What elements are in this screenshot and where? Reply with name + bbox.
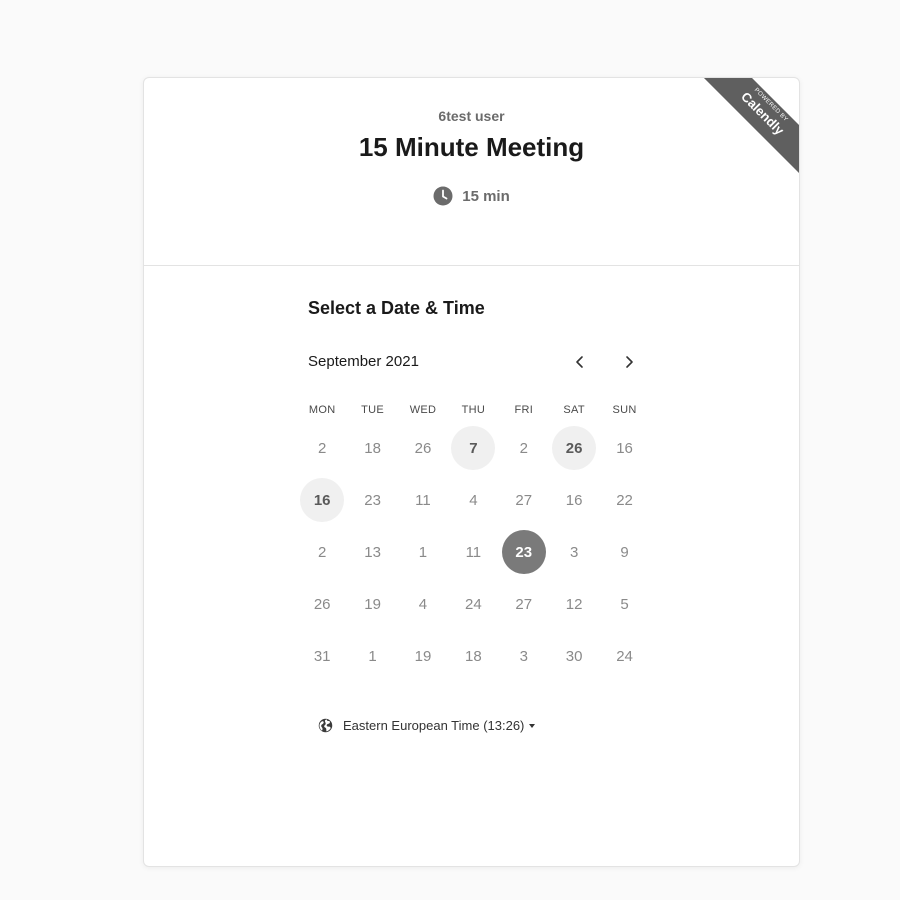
previous-month-button[interactable] [565,347,595,377]
next-month-button[interactable] [614,347,644,377]
caret-down-icon [529,723,536,728]
powered-by-ribbon[interactable]: POWERED BY Calendly [693,78,799,184]
calendar-day: 3 [519,647,528,665]
calendar-day: 5 [620,595,629,613]
calendar-day: 4 [469,491,478,509]
weekday-label: FRI [514,404,534,416]
globe-icon [318,718,333,733]
calendar-day: 2 [318,543,327,561]
weekday-header: MON TUE WED THU FRI SAT SUN [297,404,650,416]
chevron-right-icon [626,356,633,368]
calendar-day: 18 [465,647,482,665]
calendar-day: 1 [418,543,428,561]
weekday-label: MON [308,404,336,416]
calendar-day: 16 [616,439,633,457]
calendar-day: 9 [620,543,629,561]
calendar-day: 2 [318,439,327,457]
calendar-day: 1 [368,647,377,665]
section-title: Select a Date & Time [308,298,485,318]
calendar-day: 3 [569,543,579,561]
calendar-week: 26 19 4 24 27 12 5 [297,582,650,626]
ribbon-band[interactable]: POWERED BY Calendly [694,78,799,182]
weekday-label: SUN [612,404,637,416]
calendar-day[interactable]: 26 [552,426,597,470]
month-label: September 2021 [308,353,419,370]
timezone-label: Eastern European Time (13:26) [343,718,525,733]
calendar-day: 26 [313,595,331,613]
calendar-week: 2 13 1 11 23 3 9 [297,530,650,574]
powered-by-label: POWERED BY [752,87,789,124]
calendar-day: 11 [465,543,482,561]
duration-label: 15 min [462,187,510,205]
calendar-day: 13 [364,543,381,561]
month-navigation: September 2021 [308,353,648,375]
weekday-label: WED [409,404,437,416]
calendar-day: 19 [414,647,432,665]
booking-card: 6test user 15 Minute Meeting 15 min POWE… [143,77,800,867]
calendar-day: 30 [565,647,583,665]
calendar-day: 22 [616,491,633,509]
weekday-label: TUE [361,404,385,416]
page: 6test user 15 Minute Meeting 15 min POWE… [0,0,900,900]
calendar-day[interactable]: 7 [451,426,496,470]
calendar-day: 31 [313,647,331,665]
weekday-label: SAT [563,404,585,416]
weekday-label: THU [461,404,486,416]
calendar-day: 27 [515,491,533,509]
calendar-day[interactable]: 23 [501,530,546,574]
calendar-week: 2 18 26 7 2 26 16 [297,426,650,470]
timezone-selector[interactable]: Eastern European Time (13:26) [318,718,536,733]
calendar-day: 18 [364,439,381,457]
calendar-day: 24 [465,595,482,613]
calendar-day: 19 [364,595,381,613]
calendar-day: 2 [519,439,528,457]
calendar-day: 16 [565,491,583,509]
calendar-day: 26 [414,439,432,457]
calendar-day: 23 [364,491,381,509]
calendar-day: 11 [415,491,431,509]
clock-icon [433,186,453,206]
calendar-day: 12 [565,595,583,613]
event-duration: 15 min [144,186,799,206]
chevron-left-icon [576,356,583,368]
calendar-week: 16 23 11 4 27 16 22 [297,478,650,522]
calendar-day[interactable]: 16 [300,478,345,522]
calendar-week: 31 1 19 18 3 30 24 [297,634,650,678]
calendar-day: 27 [515,595,533,613]
brand-label: Calendly [738,88,788,138]
calendar-day: 4 [418,595,428,613]
calendar-day: 24 [616,647,633,665]
